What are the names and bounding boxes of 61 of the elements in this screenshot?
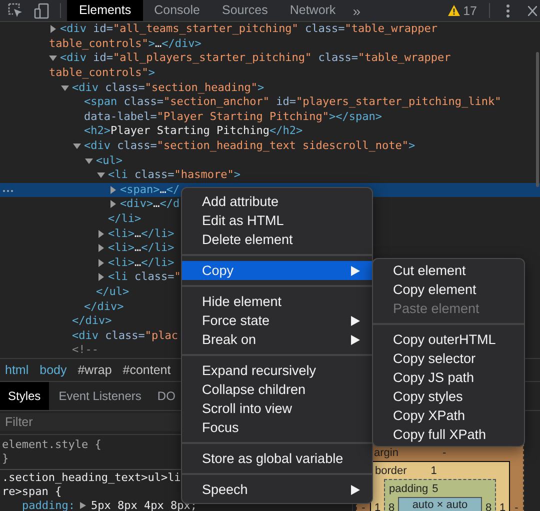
dom-line-text: <!-- [72,343,98,358]
menu-item-label: Cut element [393,263,467,278]
box-value: 5 [432,483,438,495]
menu-item-label: Copy full XPath [393,427,488,442]
box-value: - [360,502,366,511]
box-value: 8 [387,502,396,511]
dom-line-text: </div> [84,300,124,314]
menu-item-label: Scroll into view [202,401,294,416]
dom-line-text: <li>…</li> [108,256,174,270]
menu-item-label: Speech [202,482,249,497]
box-value: 8 [484,502,493,511]
style-rule-line: .section_heading_text>ul>li [2,470,181,485]
menu-item-label: Copy XPath [393,408,466,423]
menu-item-label: Copy JS path [393,370,476,385]
menu-item-label: Edit as HTML [202,213,285,228]
box-value: 1 [498,502,507,511]
dom-line-text: <div class="section_heading"> [72,80,264,95]
dom-line-text: <div class="section_heading_text sidescroll_note"> [84,139,416,154]
dom-line-text: </li> [108,212,142,226]
menu-item-label: Paste element [393,301,480,316]
menu-item-label: Copy outerHTML [393,332,497,347]
dom-line-text: <div class="plac [72,328,178,343]
box-value: 1 [373,502,382,511]
menu-item-label: Copy styles [393,389,464,404]
box-label: padding [389,483,428,495]
dom-line-text: </ul> [96,284,130,299]
dom-line-text: table_controls">…</div> [49,36,202,51]
menu-item-label: Hide element [202,294,283,309]
dom-line-text: <li>…</li> [108,226,174,241]
dom-line-text: <h2>Player Starting Pitching</h2> [84,124,303,138]
dom-line-text: <li class="hasmore"> [108,168,240,182]
style-rule-line: } [2,452,9,467]
menu-item-label: Store as global variable [202,451,344,466]
menu-item-label: Delete element [202,232,294,247]
menu-item-label: Force state [202,313,271,328]
dom-line-text: <span>…</ [120,182,180,197]
content-box: auto × auto [398,497,482,511]
box-value: 1 [430,465,437,477]
menu-item-label: Copy [202,263,235,278]
menu-item-label: Copy selector [393,351,477,366]
dom-line-text: <div id="all_players_starter_pitching" class="table_wrapper [60,51,451,66]
dom-line-text: data-label="Player Starting Pitching"></span> [84,110,382,124]
style-rule-line: re>span { [2,484,62,500]
dom-line-text: </div> [72,314,112,328]
box-value: - [442,447,446,459]
box-value: - [514,502,520,511]
box-label: border [375,465,407,477]
menu-item-label: Expand recursively [202,363,318,378]
menu-item-label: Break on [202,332,258,347]
dom-line-text: <li>…</li> [108,241,174,256]
dom-line-text: <div>…</d [120,197,180,212]
menu-item-label: Collapse children [202,382,307,397]
dom-line-text: <ul> [96,154,122,168]
dom-line-text: <span class="section_anchor" id="players_starter_pitching_link" [84,95,502,110]
dom-line-text: <li class=" [108,270,181,284]
menu-item-label: Copy element [393,282,478,297]
box-label: argin [374,447,398,459]
dom-line-text: table_controls"> [49,66,155,80]
dom-line-text: <div id="all_teams_starter_pitching" class="table_wrapper [60,22,438,36]
style-rule-line: element.style { [2,438,102,452]
menu-item-label: Add attribute [202,194,280,209]
